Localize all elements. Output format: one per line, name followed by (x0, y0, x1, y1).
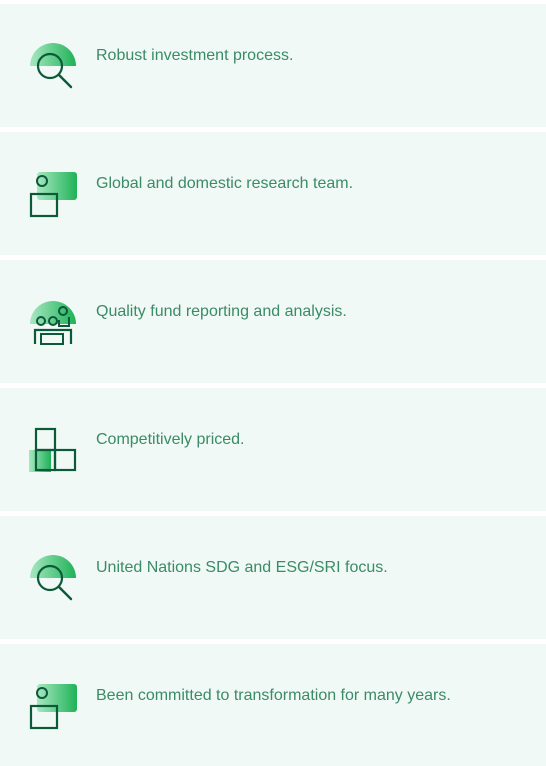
feature-label: Been committed to transformation for man… (96, 687, 451, 704)
reporting-people-icon (29, 298, 77, 346)
feature-card: Been committed to transformation for man… (0, 644, 546, 766)
feature-card: Robust investment process. (0, 4, 546, 127)
feature-label: United Nations SDG and ESG/SRI focus. (96, 559, 388, 576)
search-icon (29, 554, 77, 602)
feature-card: Quality fund reporting and analysis. (0, 260, 546, 383)
feature-label: Robust investment process. (96, 47, 294, 64)
feature-card: Competitively priced. (0, 388, 546, 511)
feature-card: Global and domestic research team. (0, 132, 546, 255)
feature-label: Competitively priced. (96, 431, 245, 448)
feature-card: United Nations SDG and ESG/SRI focus. (0, 516, 546, 639)
search-icon (29, 42, 77, 90)
blocks-icon (29, 426, 77, 474)
research-team-icon (29, 170, 77, 218)
feature-list: Robust investment process. Global and do… (0, 0, 546, 766)
research-team-icon (29, 682, 77, 730)
feature-label: Global and domestic research team. (96, 175, 354, 192)
feature-label: Quality fund reporting and analysis. (96, 303, 347, 320)
